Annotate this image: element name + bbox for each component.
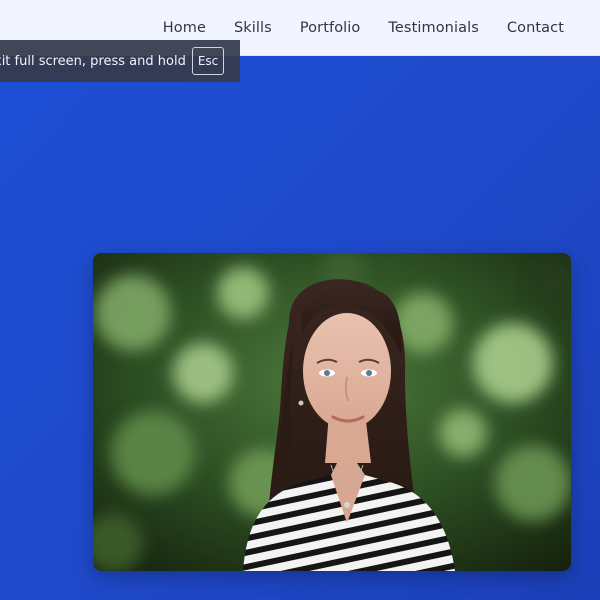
nav-link-contact[interactable]: Contact (507, 20, 564, 36)
nav-link-portfolio[interactable]: Portfolio (300, 20, 361, 36)
portrait-photo-image (93, 253, 571, 571)
nav-link-skills[interactable]: Skills (234, 20, 272, 36)
fullscreen-exit-message: xit full screen, press and hold (0, 53, 186, 69)
nav-link-testimonials[interactable]: Testimonials (388, 20, 478, 36)
portfolio-page: Home Skills Portfolio Testimonials Conta… (0, 0, 600, 600)
esc-key-label: Esc (191, 47, 225, 75)
nav-link-home[interactable]: Home (163, 20, 206, 36)
hero-portrait-photo (93, 253, 571, 571)
fullscreen-exit-notice: xit full screen, press and hold Esc (0, 40, 240, 82)
